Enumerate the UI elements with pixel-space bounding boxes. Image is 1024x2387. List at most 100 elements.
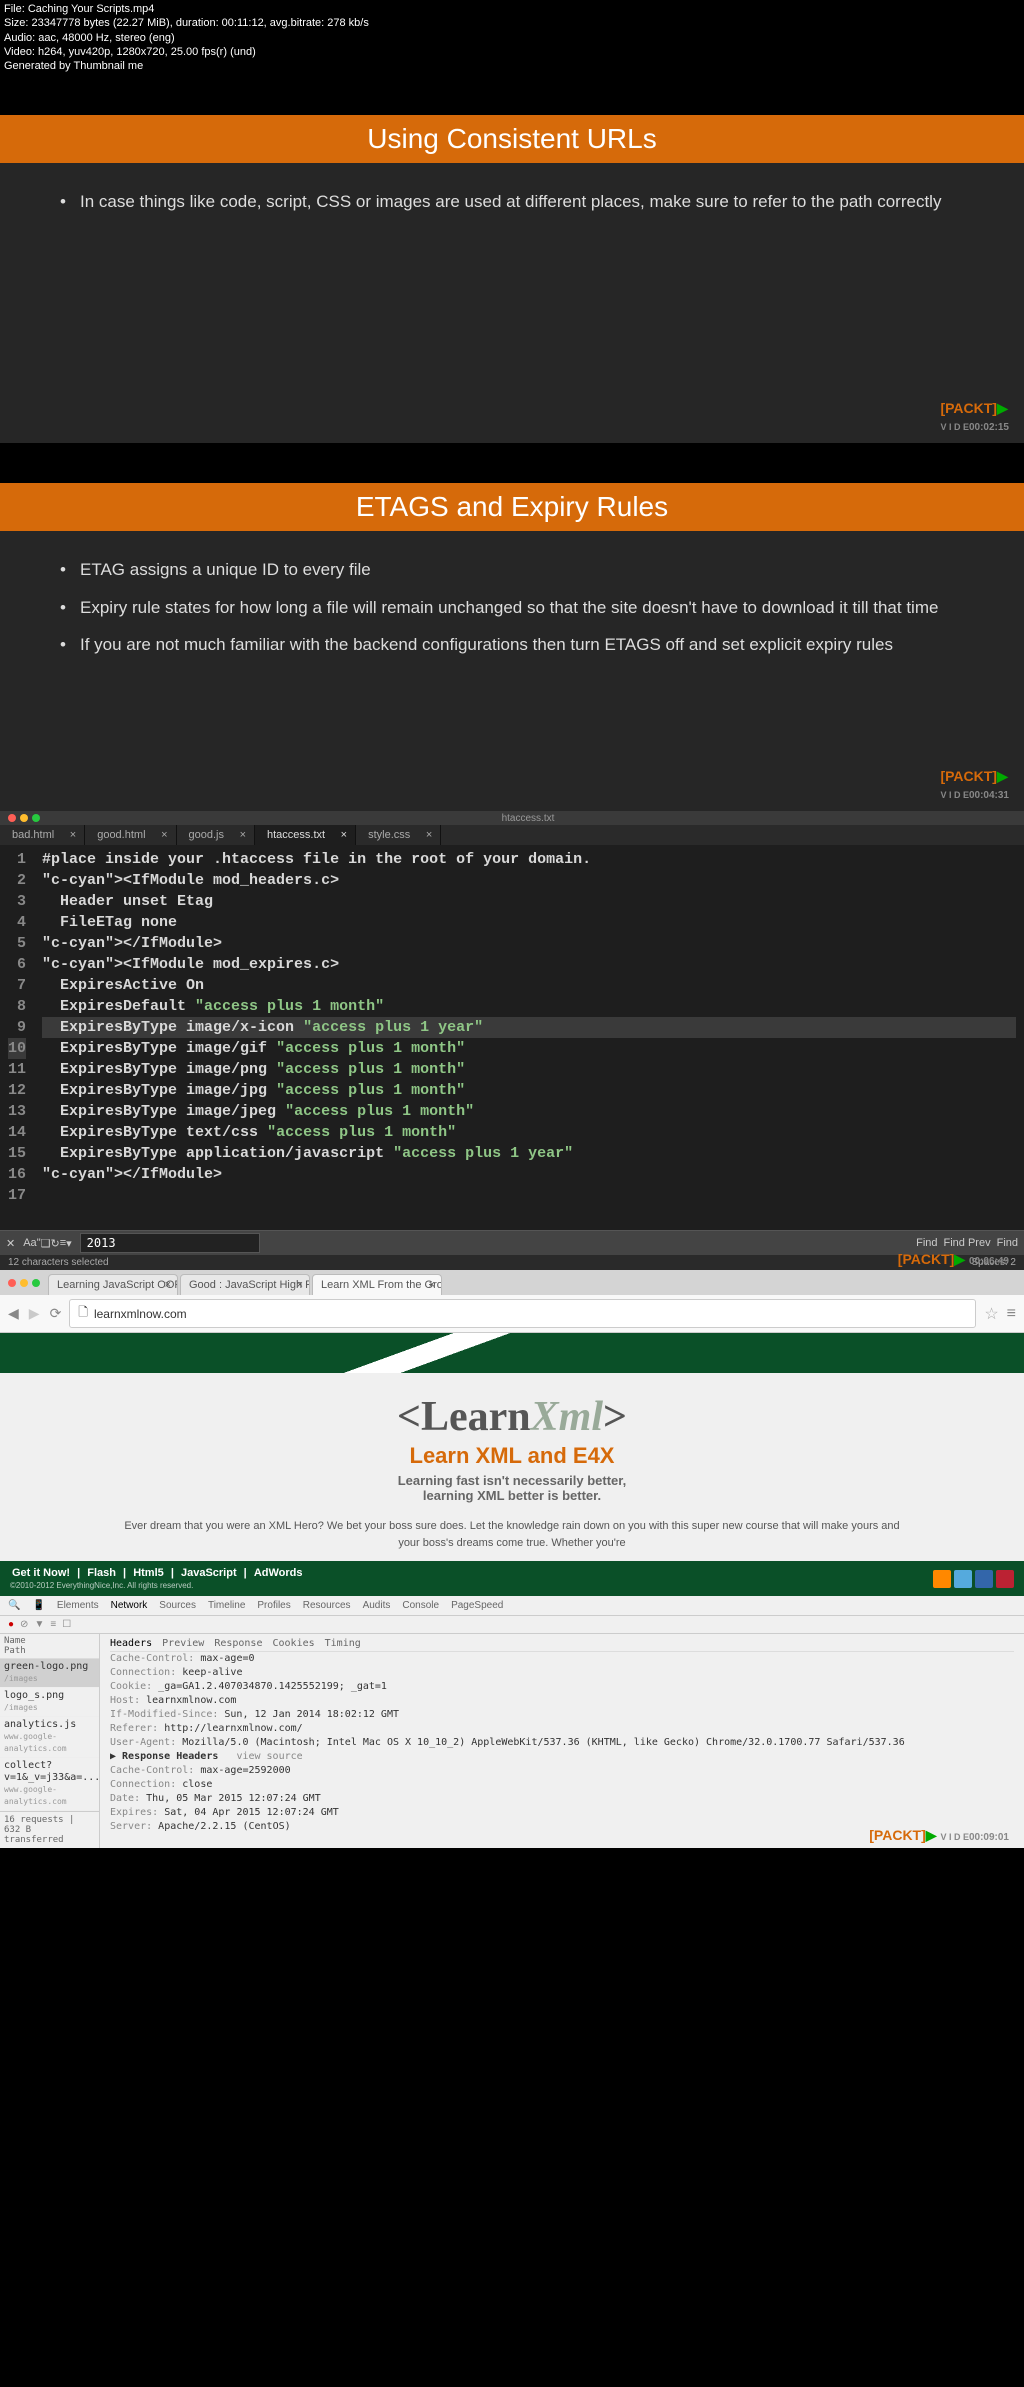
header-tab[interactable]: Timing [325, 1638, 361, 1649]
url-bar[interactable]: 🗋 learnxmlnow.com [69, 1299, 976, 1328]
site-logo: <LearnXml> [100, 1393, 924, 1441]
code-line[interactable]: ExpiresByType image/png "access plus 1 m… [42, 1059, 1016, 1080]
response-headers-toggle[interactable]: ▶ Response Headers [110, 1751, 218, 1762]
header-tab[interactable]: Cookies [272, 1638, 314, 1649]
maximize-icon[interactable] [32, 1279, 40, 1287]
code-line[interactable]: ExpiresActive On [42, 975, 1016, 996]
devtools-tab[interactable]: Profiles [257, 1600, 290, 1611]
close-icon[interactable]: × [240, 829, 246, 841]
devtools-tab[interactable]: Resources [303, 1600, 351, 1611]
packt-watermark: [PACKT]▶ V I D E00:02:15 [940, 400, 1009, 433]
devtools-tab[interactable]: Timeline [208, 1600, 245, 1611]
device-icon[interactable]: 📱 [32, 1600, 44, 1611]
find-prev-button[interactable]: Find Prev [944, 1237, 991, 1249]
header-tab[interactable]: Headers [110, 1638, 152, 1649]
reload-icon[interactable]: ⟳ [50, 1305, 62, 1322]
facebook-icon[interactable] [975, 1570, 993, 1588]
browser-tab[interactable]: Learn XML From the Grou× [312, 1274, 442, 1295]
code-line[interactable]: "c-cyan"></IfModule> [42, 1164, 1016, 1185]
find-input[interactable] [80, 1233, 260, 1253]
nav-link[interactable]: Html5 [133, 1567, 164, 1579]
window-controls[interactable] [0, 1275, 48, 1291]
copyright: ©2010-2012 EverythingNice,Inc. All right… [10, 1581, 305, 1590]
youtube-icon[interactable] [996, 1570, 1014, 1588]
packt-watermark: [PACKT]▶ V I D E00:04:31 [940, 768, 1009, 801]
star-icon[interactable]: ☆ [984, 1304, 998, 1324]
back-icon[interactable]: ◀ [8, 1305, 19, 1322]
window-controls[interactable] [8, 814, 40, 822]
code-line[interactable]: "c-cyan"></IfModule> [42, 933, 1016, 954]
request-item[interactable]: analytics.jswww.google-analytics.com [0, 1717, 99, 1758]
close-icon[interactable]: × [165, 1279, 171, 1291]
header-tab[interactable]: Preview [162, 1638, 204, 1649]
nav-link[interactable]: Get it Now! [12, 1567, 70, 1579]
devtools-tab[interactable]: Audits [363, 1600, 391, 1611]
site-tagline: Learning fast isn't necessarily better,l… [100, 1473, 924, 1503]
code-line[interactable]: ExpiresByType image/jpeg "access plus 1 … [42, 1101, 1016, 1122]
video-metadata: File: Caching Your Scripts.mp4 Size: 233… [0, 0, 1024, 75]
code-line[interactable]: #place inside your .htaccess file in the… [42, 849, 1016, 870]
code-line[interactable]: ExpiresByType text/css "access plus 1 mo… [42, 1122, 1016, 1143]
devtools-tab[interactable]: Console [402, 1600, 439, 1611]
minimize-icon[interactable] [20, 814, 28, 822]
close-icon[interactable]: × [297, 1279, 303, 1291]
close-icon[interactable] [8, 1279, 16, 1287]
find-label[interactable]: Find [916, 1237, 937, 1249]
view-source-link[interactable]: view source [236, 1751, 302, 1762]
code-line[interactable]: "c-cyan"><IfModule mod_headers.c> [42, 870, 1016, 891]
code-tab[interactable]: good.js× [177, 825, 255, 845]
code-line[interactable]: ExpiresByType image/jpg "access plus 1 m… [42, 1080, 1016, 1101]
rss-icon[interactable] [933, 1570, 951, 1588]
close-icon[interactable]: × [161, 829, 167, 841]
code-line[interactable]: ExpiresByType image/gif "access plus 1 m… [42, 1038, 1016, 1059]
code-tab[interactable]: style.css× [356, 825, 441, 845]
close-icon[interactable] [8, 814, 16, 822]
close-icon[interactable]: × [341, 829, 347, 841]
request-item[interactable]: green-logo.png/images [0, 1659, 99, 1688]
devtools-tab[interactable]: Network [111, 1600, 148, 1611]
code-line[interactable]: ExpiresByType image/x-icon "access plus … [42, 1017, 1016, 1038]
code-tab[interactable]: htaccess.txt× [255, 825, 356, 845]
site-nav: Get it Now! | Flash | Html5 | JavaScript… [0, 1561, 1024, 1596]
forward-icon[interactable]: ▶ [29, 1305, 40, 1322]
nav-link[interactable]: Flash [87, 1567, 116, 1579]
filter-icon[interactable]: ▼ [34, 1619, 44, 1630]
slide-2-bullet-3: If you are not much familiar with the ba… [60, 626, 964, 664]
code-window-title: htaccess.txt [40, 813, 1016, 824]
site-subtitle: Learn XML and E4X [100, 1443, 924, 1469]
clear-icon[interactable]: ⊘ [20, 1619, 28, 1630]
slide-2-title: ETAGS and Expiry Rules [0, 483, 1024, 531]
maximize-icon[interactable] [32, 814, 40, 822]
browser-tab[interactable]: Good : JavaScript High Pe× [180, 1274, 310, 1295]
code-tab[interactable]: bad.html× [0, 825, 85, 845]
code-editor: htaccess.txt bad.html×good.html×good.js×… [0, 811, 1024, 1230]
minimize-icon[interactable] [20, 1279, 28, 1287]
nav-link[interactable]: JavaScript [181, 1567, 237, 1579]
inspect-icon[interactable]: 🔍 [8, 1600, 20, 1611]
devtools-tab[interactable]: PageSpeed [451, 1600, 503, 1611]
request-item[interactable]: logo_s.png/images [0, 1688, 99, 1717]
record-icon[interactable]: ● [8, 1619, 14, 1630]
browser-tab[interactable]: Learning JavaScript OOP× [48, 1274, 178, 1295]
close-icon[interactable]: ✕ [6, 1237, 15, 1250]
code-line[interactable]: "c-cyan"><IfModule mod_expires.c> [42, 954, 1016, 975]
close-icon[interactable]: × [70, 829, 76, 841]
packt-watermark: [PACKT]▶ 00:06:49 [898, 1251, 1009, 1268]
slide-2-bullet-2: Expiry rule states for how long a file w… [60, 589, 964, 627]
request-item[interactable]: collect?v=1&_v=j33&a=...www.google-analy… [0, 1758, 99, 1811]
code-tab[interactable]: good.html× [85, 825, 176, 845]
close-icon[interactable]: × [429, 1279, 435, 1291]
find-next-button[interactable]: Find [997, 1237, 1018, 1249]
code-line[interactable]: Header unset Etag [42, 891, 1016, 912]
code-line[interactable]: ExpiresByType application/javascript "ac… [42, 1143, 1016, 1164]
header-tab[interactable]: Response [214, 1638, 262, 1649]
nav-link[interactable]: AdWords [254, 1567, 303, 1579]
menu-icon[interactable]: ≡ [1007, 1305, 1016, 1323]
code-line[interactable]: FileETag none [42, 912, 1016, 933]
twitter-icon[interactable] [954, 1570, 972, 1588]
devtools-tab[interactable]: Sources [159, 1600, 196, 1611]
header-line: Expires: Sat, 04 Apr 2015 12:07:24 GMT [110, 1806, 1014, 1820]
code-line[interactable]: ExpiresDefault "access plus 1 month" [42, 996, 1016, 1017]
devtools-tab[interactable]: Elements [57, 1600, 99, 1611]
close-icon[interactable]: × [426, 829, 432, 841]
